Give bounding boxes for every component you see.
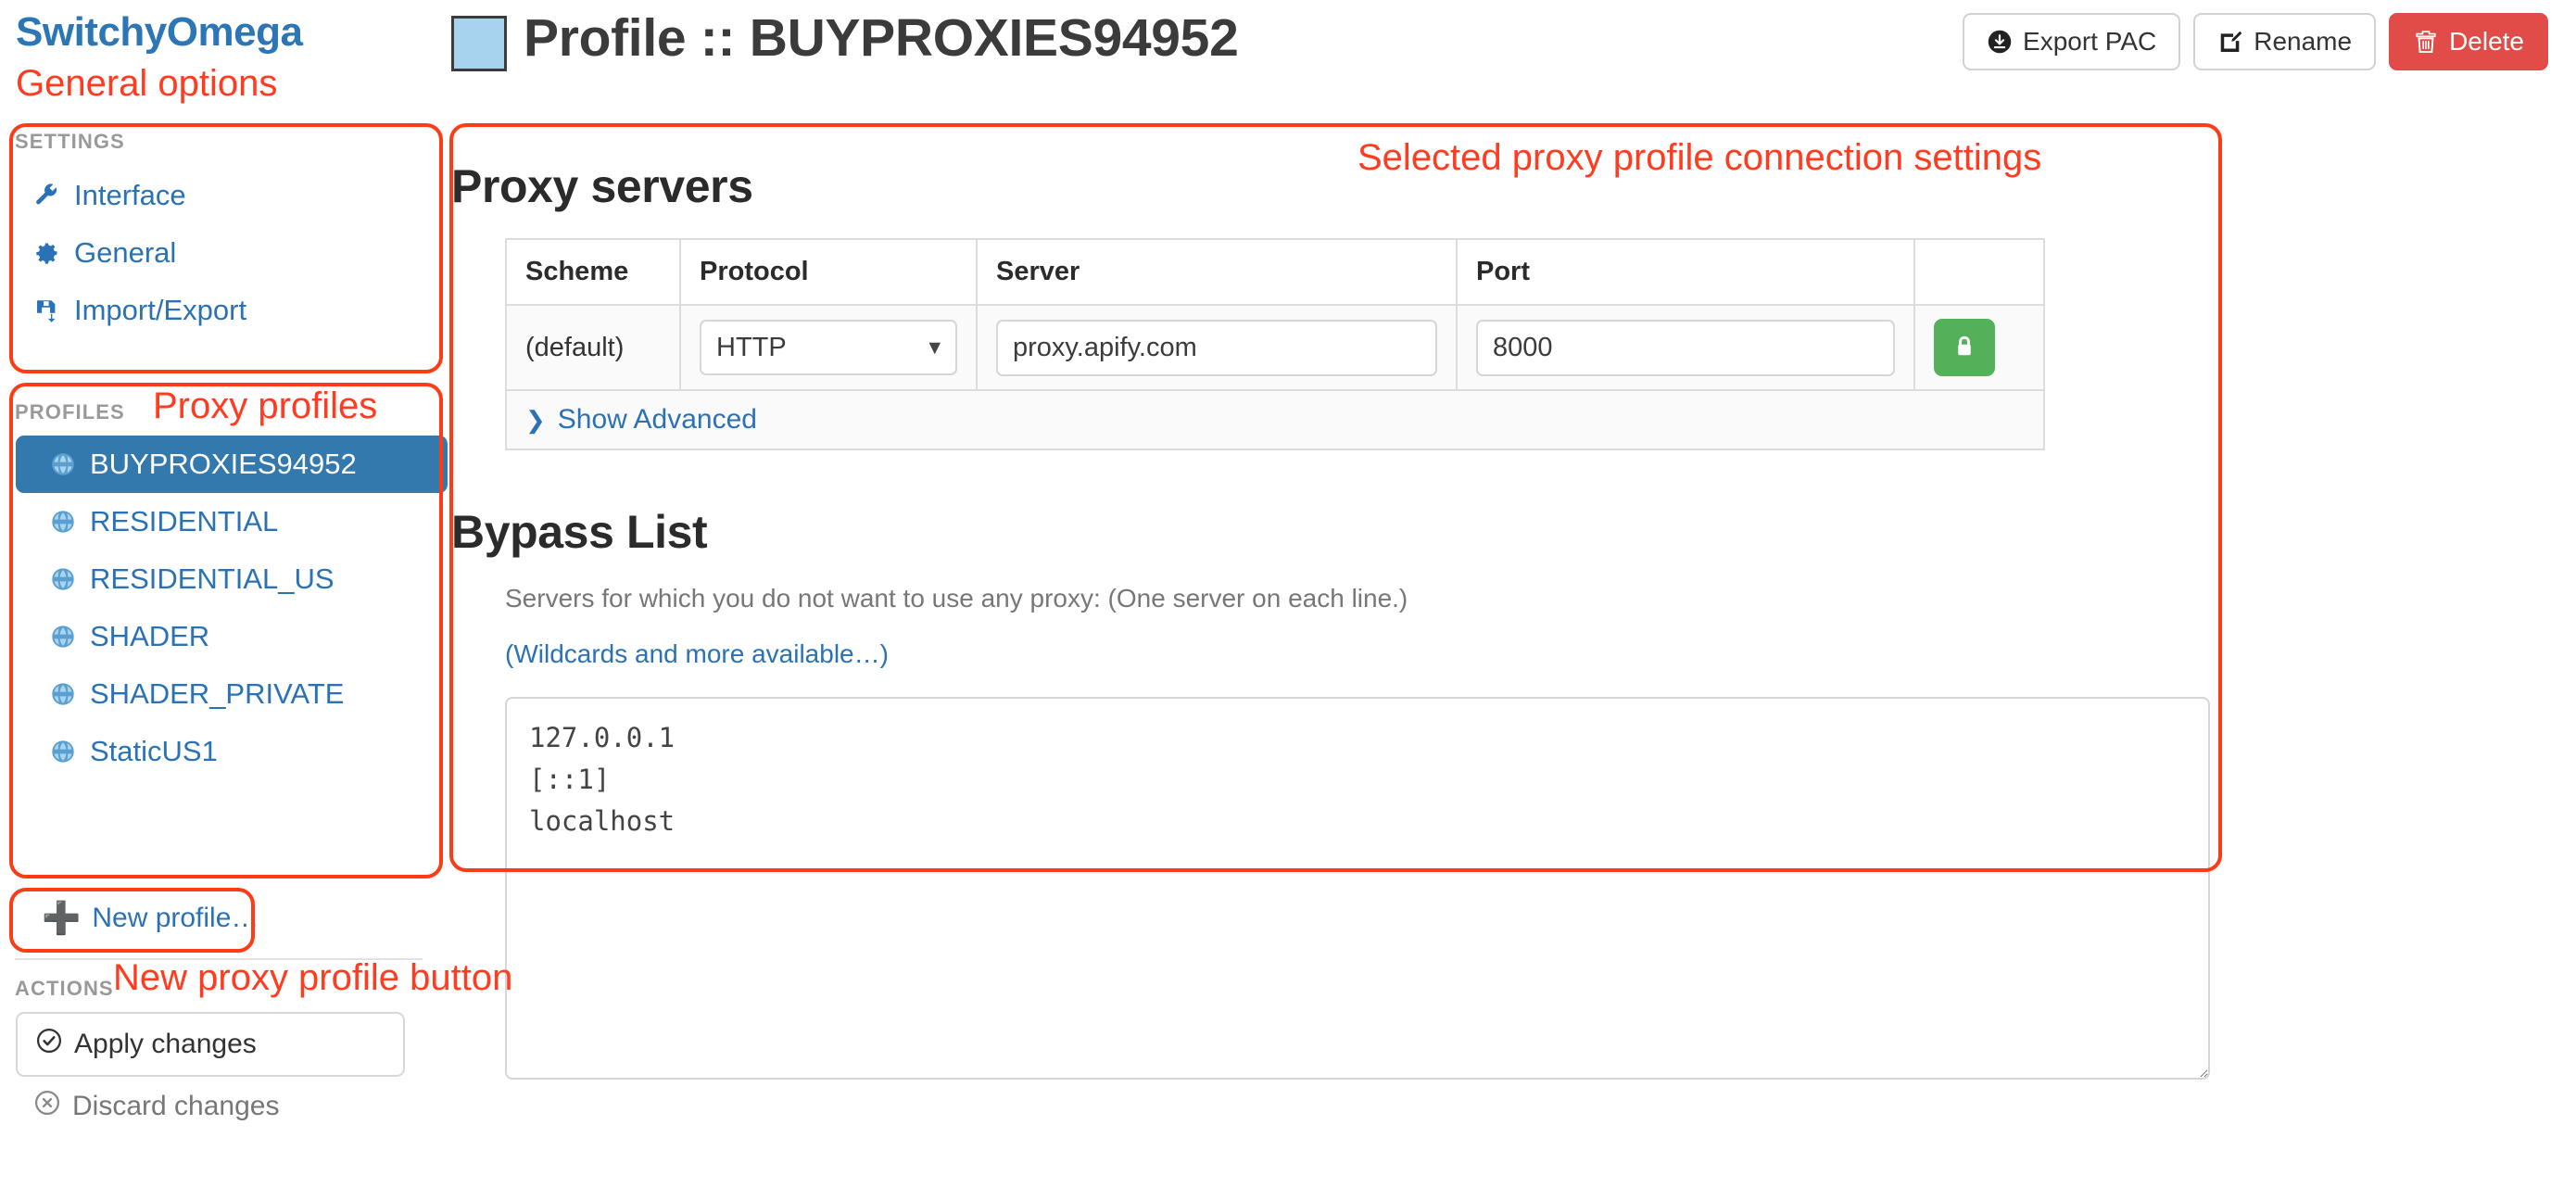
new-profile-label: New profile… <box>92 903 259 933</box>
discard-changes-button[interactable]: Discard changes <box>16 1077 463 1136</box>
sidebar-item-label: RESIDENTIAL_US <box>90 562 335 595</box>
cell-protocol: HTTP HTTPS SOCKS4 SOCKS5 ▾ <box>679 304 978 391</box>
discard-changes-label: Discard changes <box>72 1091 280 1121</box>
sidebar-item-profile-buyproxies94952[interactable]: BUYPROXIES94952 <box>16 436 448 493</box>
globe-icon <box>49 565 77 593</box>
plus-icon: ➕ <box>42 901 82 936</box>
sidebar-item-profile-residential[interactable]: RESIDENTIAL <box>16 493 448 550</box>
new-profile-wrap: ➕ New profile… <box>21 891 279 945</box>
download-circle-icon <box>1987 29 2013 55</box>
cell-auth <box>1913 304 2045 391</box>
close-circle-icon <box>34 1090 60 1123</box>
page-root: SwitchyOmega Profile :: BUYPROXIES94952 … <box>0 0 2576 1188</box>
col-scheme: Scheme <box>505 238 681 306</box>
settings-heading: SETTINGS <box>15 130 125 153</box>
port-input[interactable] <box>1476 319 1895 376</box>
sidebar-item-import-export[interactable]: Import/Export <box>0 282 463 339</box>
proxy-servers-table-wrap: Scheme Protocol Server Port (default) HT… <box>505 238 2045 450</box>
bypass-textarea-wrap <box>505 697 2210 1080</box>
sidebar-item-profile-residential-us[interactable]: RESIDENTIAL_US <box>16 550 448 608</box>
bypass-hint-wrap: Servers for which you do not want to use… <box>505 584 1408 613</box>
table-row: (default) HTTP HTTPS SOCKS4 SOCKS5 ▾ <box>505 304 2045 391</box>
chevron-down-icon: ❯ <box>525 406 546 434</box>
table-header-row: Scheme Protocol Server Port <box>505 238 2045 306</box>
sidebar-item-label: General <box>74 236 177 269</box>
sidebar-item-general[interactable]: General <box>0 224 463 282</box>
sidebar-item-interface[interactable]: Interface <box>0 167 463 224</box>
col-server: Server <box>976 238 1458 306</box>
rename-button[interactable]: Rename <box>2193 13 2377 70</box>
wrench-icon <box>33 182 61 209</box>
sidebar-item-profile-shader-private[interactable]: SHADER_PRIVATE <box>16 665 448 723</box>
sidebar-item-label: RESIDENTIAL <box>90 505 279 537</box>
sidebar-item-profile-shader[interactable]: SHADER <box>16 608 448 665</box>
sidebar-item-label: Interface <box>74 179 186 211</box>
trash-icon <box>2413 29 2439 55</box>
proxy-servers-table: Scheme Protocol Server Port (default) HT… <box>505 238 2045 450</box>
check-circle-icon <box>36 1028 62 1061</box>
globe-icon <box>49 508 77 536</box>
show-advanced-cell: ❯ Show Advanced <box>505 389 2045 450</box>
proxy-servers-heading: Proxy servers <box>451 160 753 212</box>
proxy-servers-section: Proxy servers <box>451 159 753 213</box>
bypass-list-textarea[interactable] <box>505 697 2210 1080</box>
show-advanced-toggle[interactable]: ❯ Show Advanced <box>525 404 757 436</box>
cell-server <box>976 304 1458 391</box>
page-title: Profile :: BUYPROXIES94952 <box>524 8 1239 68</box>
apply-changes-label: Apply changes <box>74 1029 257 1059</box>
col-protocol: Protocol <box>679 238 978 306</box>
settings-section: SETTINGS Interface General Import/Export <box>0 130 463 339</box>
export-pac-label: Export PAC <box>2023 27 2157 56</box>
apply-changes-button[interactable]: Apply changes <box>16 1012 405 1077</box>
sidebar-item-label: StaticUS1 <box>90 735 218 767</box>
show-advanced-row: ❯ Show Advanced <box>505 389 2045 450</box>
protocol-select[interactable]: HTTP HTTPS SOCKS4 SOCKS5 <box>700 320 957 375</box>
globe-icon <box>49 680 77 708</box>
protocol-select-wrap: HTTP HTTPS SOCKS4 SOCKS5 ▾ <box>700 320 957 375</box>
delete-label: Delete <box>2449 27 2524 56</box>
globe-icon <box>49 738 77 765</box>
save-import-icon <box>33 297 61 324</box>
sidebar-item-label: Import/Export <box>74 294 247 326</box>
lock-icon-button[interactable] <box>1934 319 1995 376</box>
globe-icon <box>49 450 77 478</box>
profile-color-swatch <box>451 16 507 71</box>
bypass-hint: Servers for which you do not want to use… <box>505 584 1408 613</box>
scheme-value: (default) <box>525 332 625 362</box>
header-actions: Export PAC Rename Delete <box>1963 13 2548 70</box>
new-profile-button[interactable]: ➕ New profile… <box>21 891 279 945</box>
bypass-link-wrap: (Wildcards and more available…) <box>505 639 889 669</box>
sidebar-item-label: BUYPROXIES94952 <box>90 448 357 480</box>
annotation-general-options: General options <box>16 63 278 104</box>
delete-button[interactable]: Delete <box>2389 13 2548 70</box>
sidebar-item-profile-staticus1[interactable]: StaticUS1 <box>16 723 448 780</box>
globe-icon <box>49 623 77 651</box>
col-port: Port <box>1456 238 1915 306</box>
lock-icon <box>1951 333 1978 363</box>
annotation-selected-profile-settings: Selected proxy profile connection settin… <box>1357 137 2042 178</box>
edit-square-icon <box>2217 29 2243 55</box>
sidebar-item-label: SHADER <box>90 620 210 652</box>
cell-scheme: (default) <box>505 304 681 391</box>
actions-section: ACTIONS Apply changes Discard changes <box>0 977 463 1136</box>
wildcards-link[interactable]: (Wildcards and more available…) <box>505 639 889 668</box>
app-brand: SwitchyOmega <box>16 9 303 55</box>
col-actions <box>1913 238 2045 306</box>
annotation-proxy-profiles: Proxy profiles <box>153 385 378 426</box>
profiles-section: PROFILES BUYPROXIES94952 RESIDENTIAL RES… <box>0 400 463 780</box>
bypass-list-heading: Bypass List <box>451 506 708 558</box>
annotation-new-proxy-profile-button: New proxy profile button <box>113 957 513 998</box>
rename-label: Rename <box>2254 27 2353 56</box>
server-input[interactable] <box>996 319 1437 376</box>
export-pac-button[interactable]: Export PAC <box>1963 13 2181 70</box>
sidebar-item-label: SHADER_PRIVATE <box>90 677 345 710</box>
gear-icon <box>33 239 61 267</box>
cell-port <box>1456 304 1915 391</box>
bypass-list-section: Bypass List <box>451 505 708 559</box>
show-advanced-label: Show Advanced <box>557 404 757 435</box>
